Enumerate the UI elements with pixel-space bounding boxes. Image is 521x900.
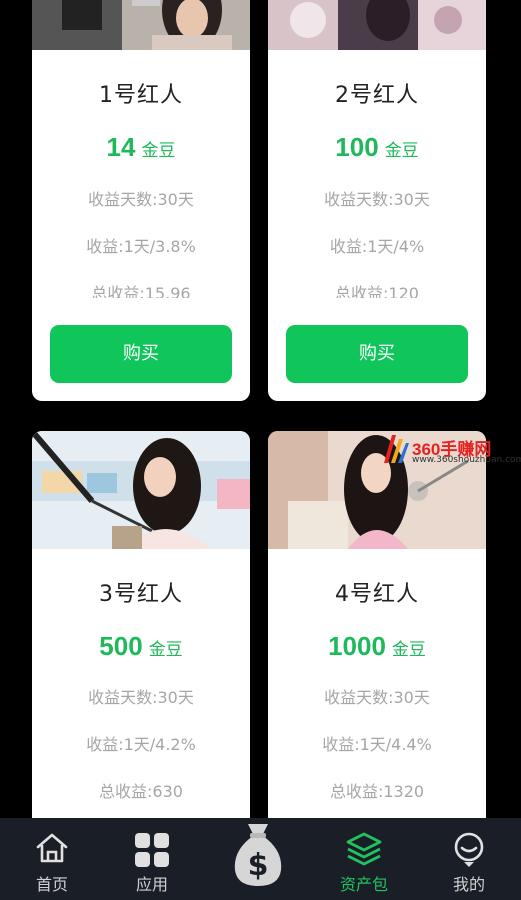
watermark-logo-icon <box>384 435 409 463</box>
price-unit: 金豆 <box>141 141 176 161</box>
price-unit: 金豆 <box>148 640 183 660</box>
product-price: 1000 金豆 <box>268 631 486 662</box>
tab-asset-pack[interactable]: 资产包 <box>312 818 416 900</box>
tab-label: 资产包 <box>339 875 388 894</box>
product-price: 100 金豆 <box>268 132 486 163</box>
price-value: 100 <box>335 132 379 162</box>
price-value: 500 <box>99 631 143 661</box>
total-earnings: 总收益:15.96 <box>91 284 191 298</box>
product-price: 500 金豆 <box>32 631 250 662</box>
tab-label: 我的 <box>452 875 485 894</box>
tab-label: 应用 <box>135 875 168 894</box>
profile-icon <box>452 832 486 872</box>
price-value: 14 <box>106 132 136 162</box>
earning-days: 收益天数:30天 <box>324 190 430 209</box>
earning-days: 收益天数:30天 <box>88 190 194 209</box>
product-name: 3号红人 <box>99 582 183 607</box>
tab-home[interactable]: 首页 <box>0 818 104 900</box>
tab-profile[interactable]: 我的 <box>417 818 521 900</box>
product-list-screen: 1号红人 14 金豆 收益天数:30天 收益:1天/3.8% 总收益:15.96 … <box>0 0 521 900</box>
product-card: 4号红人 1000 金豆 收益天数:30天 收益:1天/4.4% 总收益:1320 <box>268 431 486 851</box>
home-icon <box>35 832 69 868</box>
product-name: 1号红人 <box>99 83 183 108</box>
price-unit: 金豆 <box>384 141 419 161</box>
buy-button[interactable]: 购买 <box>286 325 468 383</box>
daily-rate: 收益:1天/4.4% <box>322 735 432 754</box>
product-price: 14 金豆 <box>32 132 250 163</box>
total-earnings: 总收益:630 <box>99 782 183 801</box>
product-name: 2号红人 <box>335 83 419 108</box>
total-earnings: 总收益:120 <box>335 284 419 298</box>
product-card: 2号红人 100 金豆 收益天数:30天 收益:1天/4% 总收益:120 购买 <box>268 0 486 401</box>
product-image <box>32 431 250 549</box>
earning-days: 收益天数:30天 <box>88 688 194 707</box>
bottom-tab-bar: 首页 应用 $ 资产包 我的 <box>0 818 521 900</box>
product-card: 3号红人 500 金豆 收益天数:30天 收益:1天/4.2% 总收益:630 <box>32 431 250 851</box>
price-value: 1000 <box>328 631 386 661</box>
total-earnings: 总收益:1320 <box>329 782 425 801</box>
product-image <box>268 0 486 50</box>
apps-icon <box>134 832 170 872</box>
tab-label: 首页 <box>35 875 68 894</box>
product-name: 4号红人 <box>335 582 419 607</box>
svg-text:$: $ <box>248 848 269 883</box>
watermark-url: www.360shouzhuan.com <box>412 455 521 465</box>
buy-button[interactable]: 购买 <box>50 325 232 383</box>
tab-wallet[interactable]: $ <box>206 818 310 900</box>
daily-rate: 收益:1天/3.8% <box>86 237 196 256</box>
layers-icon <box>346 832 382 870</box>
money-bag-icon: $ <box>231 820 285 892</box>
tab-apps[interactable]: 应用 <box>100 818 204 900</box>
daily-rate: 收益:1天/4.2% <box>86 735 196 754</box>
product-image <box>32 0 250 50</box>
price-unit: 金豆 <box>391 640 426 660</box>
daily-rate: 收益:1天/4% <box>329 237 425 256</box>
product-card: 1号红人 14 金豆 收益天数:30天 收益:1天/3.8% 总收益:15.96 … <box>32 0 250 401</box>
earning-days: 收益天数:30天 <box>324 688 430 707</box>
